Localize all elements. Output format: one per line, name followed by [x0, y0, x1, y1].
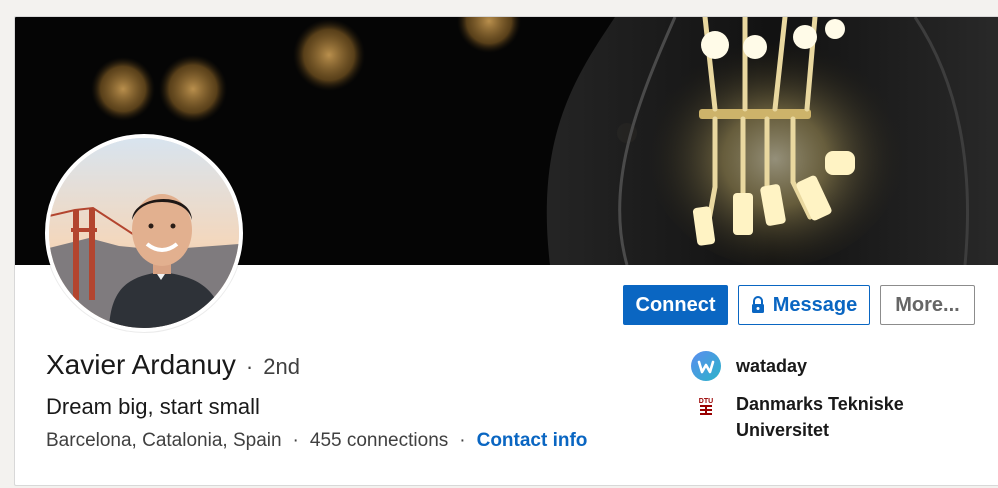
profile-headline: Dream big, start small: [46, 394, 260, 419]
connection-degree-badge: 2nd: [263, 354, 300, 379]
dtu-logo-icon: DTU: [691, 391, 721, 421]
connect-button[interactable]: Connect: [623, 285, 728, 325]
profile-avatar[interactable]: [45, 134, 243, 332]
profile-card: Connect Message More... Xavier Ardanuy ·…: [14, 16, 998, 486]
degree-separator: ·: [245, 354, 254, 379]
profile-location: Barcelona, Catalonia, Spain: [46, 430, 282, 451]
profile-photo: [49, 138, 239, 328]
profile-name: Xavier Ardanuy: [46, 349, 236, 380]
connect-button-label: Connect: [635, 293, 716, 316]
organization-name: Danmarks Tekniske Universitet: [736, 394, 904, 440]
dtu-logo-text: DTU: [699, 398, 713, 405]
meta-separator: ·: [459, 430, 466, 451]
wataday-logo-icon: [691, 351, 721, 381]
contact-info-link[interactable]: Contact info: [477, 430, 588, 452]
lock-icon: [751, 296, 765, 314]
more-button-label: More...: [895, 293, 960, 316]
profile-actions: Connect Message More...: [623, 285, 975, 325]
message-button-label: Message: [772, 293, 858, 316]
more-button[interactable]: More...: [880, 285, 975, 325]
organization-item[interactable]: DTU Danmarks Tekniske Universitet: [691, 391, 906, 443]
profile-name-row: Xavier Ardanuy · 2nd: [46, 349, 300, 381]
profile-meta: Barcelona, Catalonia, Spain · 455 connec…: [46, 430, 587, 452]
organization-name: wataday: [736, 356, 808, 376]
message-button[interactable]: Message: [738, 285, 870, 325]
meta-separator: ·: [292, 430, 299, 451]
connections-count[interactable]: 455 connections: [310, 430, 448, 452]
profile-organizations: wataday DTU Danmarks Tekniske Universite…: [691, 351, 906, 453]
organization-item[interactable]: wataday: [691, 351, 906, 381]
